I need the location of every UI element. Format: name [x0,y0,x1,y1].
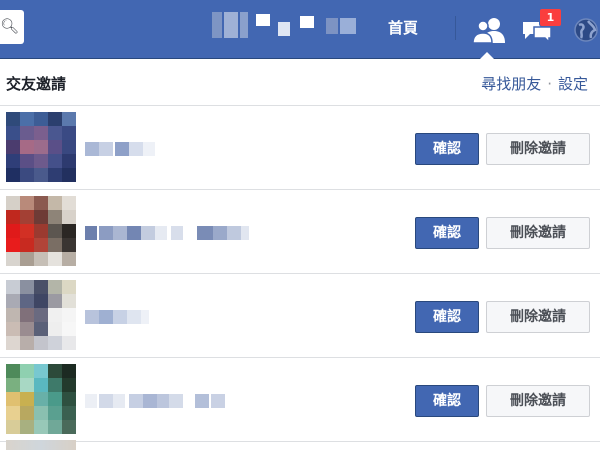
avatar[interactable] [6,364,76,434]
confirm-button[interactable]: 確認 [415,133,479,165]
friend-requests-dropdown: 交友邀請 尋找朋友 · 設定 確認 刪除邀請 確認 刪除邀請 確認 刪除邀請 確… [0,59,600,450]
avatar[interactable] [6,112,76,182]
delete-request-button[interactable]: 刪除邀請 [486,385,590,417]
friend-request-item: 確認 刪除邀請 [0,274,600,358]
confirm-button[interactable]: 確認 [415,385,479,417]
friend-request-item: 確認 刪除邀請 [0,358,600,442]
panel-header: 交友邀請 尋找朋友 · 設定 [0,59,600,106]
confirm-button[interactable]: 確認 [415,301,479,333]
delete-request-button[interactable]: 刪除邀請 [486,301,590,333]
notifications-globe-icon[interactable] [570,16,600,44]
requester-name-obscured[interactable] [85,310,325,324]
header-links: 尋找朋友 · 設定 [481,73,588,95]
settings-link[interactable]: 設定 [558,75,588,93]
search-box[interactable]: 🔍︎ [0,10,24,44]
requester-name-obscured[interactable] [85,394,325,408]
panel-title: 交友邀請 [6,75,67,93]
delete-request-button[interactable]: 刪除邀請 [486,217,590,249]
top-navigation-bar: 🔍︎ 首頁 1 [0,0,600,59]
requester-name-obscured[interactable] [85,226,325,240]
dropdown-caret [480,52,494,59]
notification-badge: 1 [539,8,562,27]
friend-request-item: 確認 刪除邀請 [0,106,600,190]
friend-request-item: 確認 刪除邀請 [0,190,600,274]
requester-name-obscured[interactable] [85,142,325,156]
find-friends-link[interactable]: 尋找朋友 [481,75,541,93]
avatar[interactable] [6,280,76,350]
next-request-avatar-partial [6,440,76,450]
profile-link-obscured[interactable] [212,12,380,38]
search-icon[interactable]: 🔍︎ [0,17,19,35]
avatar[interactable] [6,196,76,266]
delete-request-button[interactable]: 刪除邀請 [486,133,590,165]
confirm-button[interactable]: 確認 [415,217,479,249]
nav-home-link[interactable]: 首頁 [388,17,418,39]
link-separator: · [547,75,552,93]
nav-divider [455,16,456,40]
friend-requests-icon[interactable] [472,16,508,44]
